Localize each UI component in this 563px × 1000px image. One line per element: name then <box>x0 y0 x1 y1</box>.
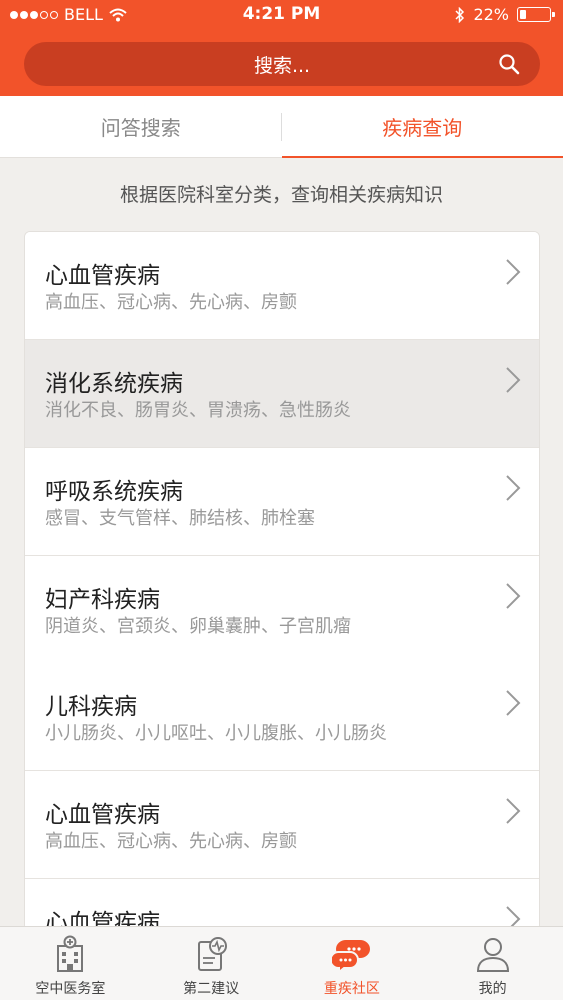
hospital-icon <box>57 935 84 972</box>
battery-percent: 22% <box>473 5 509 24</box>
item-title: 呼吸系统疾病 <box>45 479 183 505</box>
list-item[interactable]: 儿科疾病 小儿肠炎、小儿呕吐、小儿腹胀、小儿肠炎 <box>25 663 539 771</box>
chevron-right-icon <box>506 475 521 501</box>
chat-bubbles-icon <box>331 940 370 974</box>
item-title: 儿科疾病 <box>45 694 137 720</box>
app-header: BELL 4:21 PM 22% 搜索... <box>0 0 563 96</box>
list-item[interactable]: 心血管疾病 高血压、冠心病、先心病、房颤 <box>25 771 539 879</box>
chevron-right-icon <box>506 367 521 393</box>
list-item[interactable]: 消化系统疾病 消化不良、肠胃炎、胃溃疡、急性肠炎 <box>25 340 539 448</box>
nav-item-air-clinic[interactable]: 空中医务室 <box>0 927 141 1000</box>
bluetooth-icon <box>455 6 465 23</box>
list-item[interactable]: 妇产科疾病 阴道炎、宫颈炎、卵巢囊肿、子宫肌瘤 <box>25 556 539 664</box>
item-subtitle: 感冒、支气管样、肺结核、肺栓塞 <box>45 508 315 529</box>
nav-item-second-opinion[interactable]: 第二建议 <box>141 927 282 1000</box>
nav-label: 我的 <box>478 981 507 997</box>
chevron-right-icon <box>506 583 521 609</box>
item-title: 心血管疾病 <box>45 263 160 289</box>
search-bar[interactable]: 搜索... <box>24 42 540 86</box>
tab-qa-search[interactable]: 问答搜索 <box>0 96 282 157</box>
item-title: 心血管疾病 <box>45 802 160 828</box>
tab-label: 问答搜索 <box>100 116 181 140</box>
tab-disease-query[interactable]: 疾病查询 <box>281 96 563 158</box>
nav-label: 空中医务室 <box>35 981 106 997</box>
nav-label: 重疾社区 <box>323 981 380 997</box>
user-icon <box>476 938 509 972</box>
nav-label: 第二建议 <box>183 981 240 997</box>
item-subtitle: 小儿肠炎、小儿呕吐、小儿腹胀、小儿肠炎 <box>45 723 387 744</box>
tab-label: 疾病查询 <box>382 116 463 140</box>
search-placeholder: 搜索... <box>253 54 311 77</box>
status-right: 22% <box>455 5 555 24</box>
item-subtitle: 消化不良、肠胃炎、胃溃疡、急性肠炎 <box>45 400 351 421</box>
item-title: 消化系统疾病 <box>45 371 183 397</box>
chevron-right-icon <box>506 798 521 824</box>
list-item[interactable]: 呼吸系统疾病 感冒、支气管样、肺结核、肺栓塞 <box>25 448 539 556</box>
list-item[interactable]: 心血管疾病 <box>25 879 539 930</box>
nav-item-profile[interactable]: 我的 <box>422 927 563 1000</box>
tab-divider <box>281 113 282 141</box>
section-subtitle: 根据医院科室分类，查询相关疾病知识 <box>119 184 443 206</box>
battery-icon <box>517 7 555 22</box>
nav-item-community[interactable]: 重疾社区 <box>282 927 423 1000</box>
status-bar: BELL 4:21 PM 22% <box>0 0 563 30</box>
clipboard-pulse-icon <box>198 937 228 971</box>
search-icon[interactable] <box>498 53 520 75</box>
item-title: 妇产科疾病 <box>45 587 160 613</box>
bottom-tab-bar: 空中医务室 第二建议 重疾社区 我的 <box>0 926 563 1000</box>
item-subtitle: 高血压、冠心病、先心病、房颤 <box>45 292 297 313</box>
chevron-right-icon <box>506 259 521 285</box>
segment-tabs: 问答搜索 疾病查询 <box>0 96 563 158</box>
item-subtitle: 阴道炎、宫颈炎、卵巢囊肿、子宫肌瘤 <box>45 616 351 637</box>
chevron-right-icon <box>506 690 521 716</box>
disease-category-list: 心血管疾病 高血压、冠心病、先心病、房颤 消化系统疾病 消化不良、肠胃炎、胃溃疡… <box>24 231 540 931</box>
list-item[interactable]: 心血管疾病 高血压、冠心病、先心病、房颤 <box>25 232 539 340</box>
item-subtitle: 高血压、冠心病、先心病、房颤 <box>45 831 297 852</box>
